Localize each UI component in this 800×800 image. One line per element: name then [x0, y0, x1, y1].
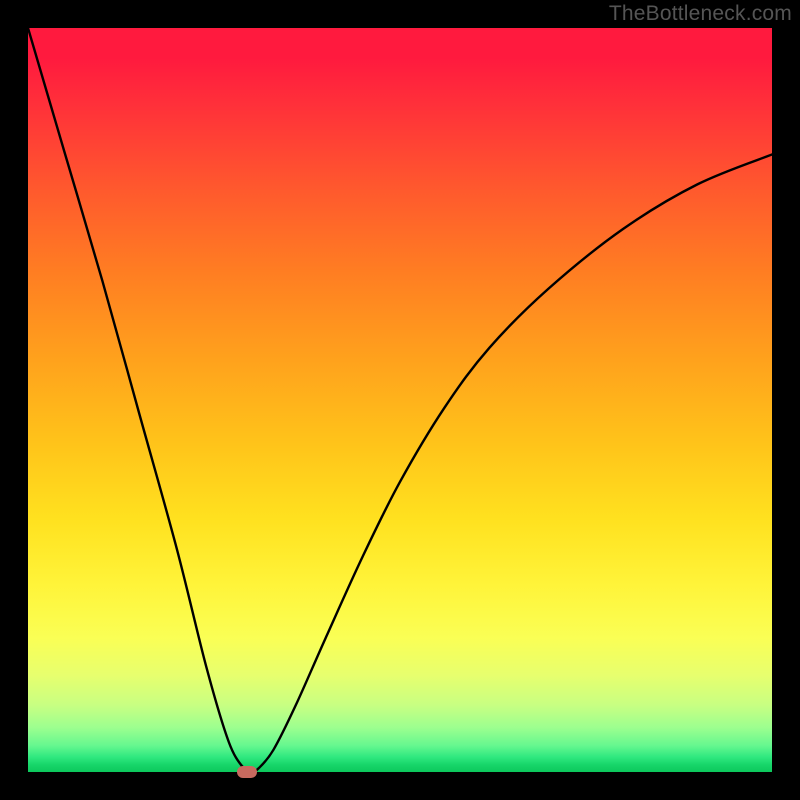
curve-svg — [28, 28, 772, 772]
watermark-text: TheBottleneck.com — [609, 2, 792, 26]
bottleneck-curve — [28, 28, 772, 772]
chart-frame: TheBottleneck.com — [0, 0, 800, 800]
minimum-marker — [237, 766, 257, 778]
plot-area — [28, 28, 772, 772]
